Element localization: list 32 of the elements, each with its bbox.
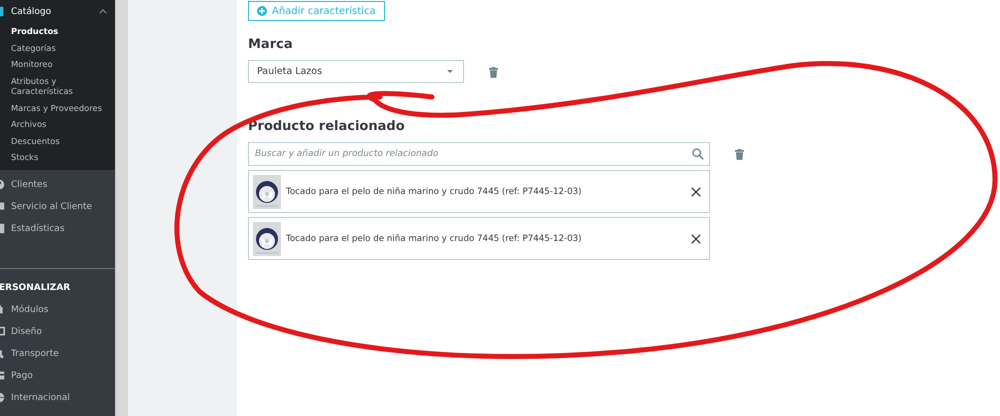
submenu-item[interactable]: Productos xyxy=(0,23,115,40)
sidebar-item[interactable]: Estadísticas xyxy=(0,218,115,240)
submenu-item[interactable]: Categorías xyxy=(0,40,115,56)
brand-select[interactable]: Pauleta Lazos xyxy=(248,60,464,83)
caret-icon xyxy=(447,70,453,73)
submenu-item[interactable]: Stocks xyxy=(0,149,115,166)
close-icon[interactable] xyxy=(691,186,701,196)
plus-icon xyxy=(257,6,267,16)
trash-icon[interactable] xyxy=(489,67,498,78)
submenu-item[interactable]: Monitoreo xyxy=(0,56,115,72)
search-icon xyxy=(692,148,704,160)
section-heading: ERSONALIZAR xyxy=(0,282,72,294)
sidebar-item[interactable]: Servicio al Cliente xyxy=(0,196,115,218)
close-icon[interactable] xyxy=(691,234,701,244)
search-field[interactable]: Buscar y añadir un producto relacionado xyxy=(248,142,710,166)
section-heading: Marca xyxy=(248,37,294,52)
sidebar-item[interactable]: Módulos xyxy=(0,298,115,320)
submenu-item[interactable]: Atributos y Características xyxy=(0,72,91,100)
sidebar-item[interactable]: Catálogo xyxy=(0,0,115,23)
sidebar-item[interactable]: Pago xyxy=(0,364,115,386)
submenu-item[interactable]: Descuentos xyxy=(0,132,115,149)
sidebar-item[interactable]: Clientes xyxy=(0,174,115,196)
section-heading: Producto relacionado xyxy=(248,119,406,134)
sidebar-item[interactable]: Transporte xyxy=(0,342,115,364)
sidebar-item[interactable]: Diseño xyxy=(0,320,115,342)
submenu-item[interactable]: Marcas y Proveedores xyxy=(0,100,115,116)
trash-icon[interactable] xyxy=(735,149,744,160)
product-name: Tocado para el pelo de niña marino y crudo 7445 (ref: P7445-12-03) xyxy=(286,186,582,196)
scrollbar[interactable] xyxy=(115,0,128,416)
submenu-item[interactable]: Archivos xyxy=(0,116,115,132)
product-name: Tocado para el pelo de niña marino y crudo 7445 (ref: P7445-12-03) xyxy=(286,234,582,244)
sidebar-item[interactable]: Internacional xyxy=(0,386,115,408)
